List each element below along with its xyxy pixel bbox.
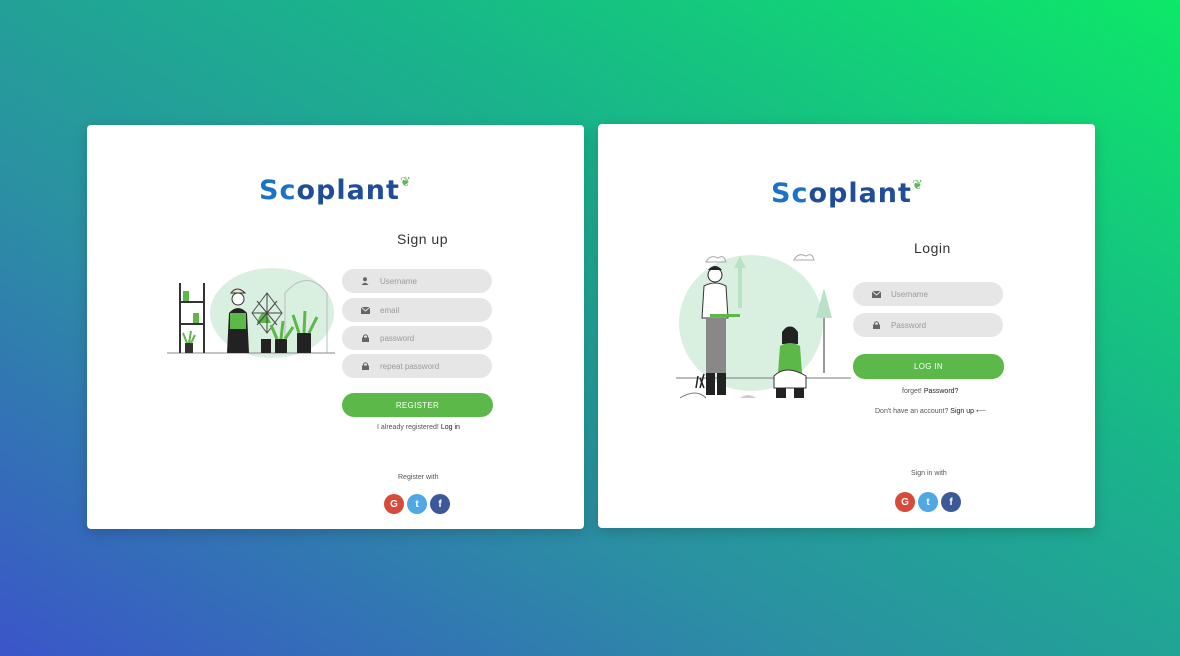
envelope-icon [870, 290, 882, 298]
leaf-icon: ❦ [399, 175, 412, 190]
login-username-field[interactable]: Username [853, 282, 1003, 306]
repeat-password-placeholder: repeat password [380, 361, 440, 371]
signup-username-field[interactable]: Username [342, 269, 492, 293]
signup-title: Sign up [397, 231, 448, 247]
register-button[interactable]: REGISTER [342, 393, 493, 417]
lock-icon [359, 334, 371, 342]
lock-icon [870, 321, 882, 329]
login-password-field[interactable]: Password [853, 313, 1003, 337]
logo-part1: Sc [259, 175, 297, 206]
username-placeholder: Username [891, 289, 928, 299]
signup-link[interactable]: Sign up [950, 408, 974, 415]
sign-in-with-label: Sign in with [911, 470, 947, 477]
register-with-label: Register with [398, 474, 439, 481]
twitter-icon[interactable]: t [918, 492, 938, 512]
envelope-icon [359, 306, 371, 314]
login-button[interactable]: LOG IN [853, 354, 1004, 379]
password-placeholder: password [380, 333, 415, 343]
gardening-illustration [167, 268, 335, 358]
scoplant-logo: Scoplant❦ [771, 178, 924, 209]
logo-part1: Sc [771, 178, 809, 209]
arrow-left-icon: ⟵ [976, 408, 987, 415]
facebook-icon[interactable]: f [430, 494, 450, 514]
forgot-password-link[interactable]: Password? [924, 388, 959, 395]
google-icon[interactable]: G [384, 494, 404, 514]
no-account-line: Don't have an account? Sign up ⟵ [875, 407, 986, 415]
signup-card: Scoplant❦ Sign up Username email passwor… [87, 125, 584, 529]
signup-password-field[interactable]: password [342, 326, 492, 350]
signup-email-field[interactable]: email [342, 298, 492, 322]
email-placeholder: email [380, 305, 400, 315]
login-link[interactable]: Log in [441, 424, 460, 431]
login-title: Login [914, 240, 951, 256]
no-account-text: Don't have an account? [875, 408, 949, 415]
already-registered-line: I already registered! Log in [377, 424, 460, 431]
lock-icon [359, 362, 371, 370]
already-registered-text: I already registered! [377, 424, 439, 431]
password-placeholder: Password [891, 320, 927, 330]
leaf-icon: ❦ [911, 178, 924, 193]
logo-part2: oplant [296, 175, 400, 206]
scoplant-logo: Scoplant❦ [259, 175, 412, 206]
facebook-icon[interactable]: f [941, 492, 961, 512]
signup-repeat-password-field[interactable]: repeat password [342, 354, 492, 378]
planting-illustration [676, 254, 851, 399]
login-card: Scoplant❦ Login Username Password LOG IN… [598, 124, 1095, 528]
forgot-text: forget! [902, 388, 922, 395]
forgot-password-line: forget! Password? [902, 388, 958, 395]
twitter-icon[interactable]: t [407, 494, 427, 514]
user-icon [359, 277, 371, 285]
logo-part2: oplant [808, 178, 912, 209]
username-placeholder: Username [380, 276, 417, 286]
google-icon[interactable]: G [895, 492, 915, 512]
